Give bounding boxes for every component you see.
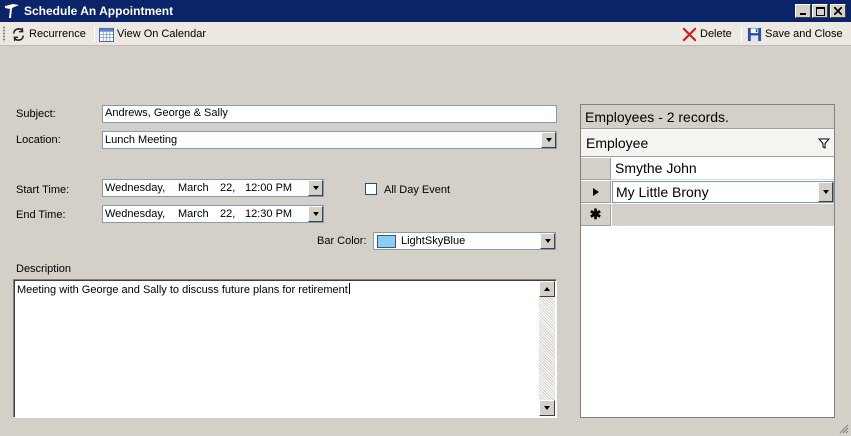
employee-cell: Smythe John <box>615 160 697 176</box>
chevron-down-icon <box>312 212 319 216</box>
location-value: Lunch Meeting <box>105 134 178 146</box>
table-row[interactable]: My Little Brony <box>612 181 834 203</box>
subject-input[interactable]: Andrews, George & Sally <box>102 105 557 123</box>
recurrence-label: Recurrence <box>29 28 86 40</box>
row-selector[interactable] <box>581 181 611 203</box>
end-weekday: Wednesday, <box>105 208 166 220</box>
toolbar-separator <box>741 26 742 42</box>
delete-label: Delete <box>700 28 732 40</box>
text-caret <box>348 283 350 294</box>
window-title: Schedule An Appointment <box>24 4 174 18</box>
toolbar-separator <box>94 26 95 42</box>
bar-color-combo[interactable]: LightSkyBlue <box>373 232 556 250</box>
end-time-picker[interactable]: Wednesday, March 22, 12:30 PM <box>102 205 324 223</box>
minimize-button[interactable] <box>795 4 811 18</box>
chevron-down-icon <box>544 406 550 410</box>
location-label: Location: <box>16 134 61 146</box>
toolbar: Recurrence View On Calendar Delete Save … <box>0 22 851 46</box>
description-text: Meeting with George and Sally to discuss… <box>17 283 350 296</box>
employees-grid: Employees - 2 records. Employee Smythe J… <box>580 104 835 418</box>
delete-button[interactable]: Delete <box>682 24 732 44</box>
recurrence-icon <box>13 27 24 41</box>
description-label: Description <box>16 263 72 275</box>
chevron-down-icon <box>545 138 552 142</box>
start-weekday: Wednesday, <box>105 182 166 194</box>
view-on-calendar-label: View On Calendar <box>117 28 207 40</box>
maximize-button[interactable] <box>812 4 828 18</box>
end-time: 12:30 PM <box>245 208 293 220</box>
bar-color-label: Bar Color: <box>317 235 367 247</box>
maximize-icon <box>815 6 825 16</box>
description-textarea[interactable]: Meeting with George and Sally to discuss… <box>13 279 557 418</box>
start-month: March <box>178 182 209 194</box>
close-icon <box>834 7 842 15</box>
location-dropdown-button[interactable] <box>541 132 556 148</box>
end-day: 22, <box>220 208 236 220</box>
color-swatch <box>377 235 396 248</box>
all-day-label: All Day Event <box>384 184 451 196</box>
toolbar-grip[interactable] <box>3 26 5 42</box>
scroll-down-button[interactable] <box>539 400 555 416</box>
new-row-selector[interactable]: ✱ <box>581 204 611 226</box>
row-selector[interactable] <box>581 158 611 180</box>
minimize-icon <box>800 13 806 15</box>
new-row-icon: ✱ <box>589 206 602 222</box>
chevron-down-icon <box>544 239 551 243</box>
subject-label: Subject: <box>16 108 56 120</box>
save-and-close-button[interactable]: Save and Close <box>747 24 843 44</box>
start-time-picker[interactable]: Wednesday, March 22, 12:00 PM <box>102 179 324 197</box>
scroll-up-button[interactable] <box>539 281 555 297</box>
save-and-close-label: Save and Close <box>765 28 843 40</box>
bar-color-value: LightSkyBlue <box>401 235 466 247</box>
title-bar[interactable]: Schedule An Appointment <box>0 0 851 22</box>
resize-grip-icon[interactable] <box>837 422 849 434</box>
view-on-calendar-button[interactable]: View On Calendar <box>99 24 206 44</box>
employee-dropdown-button[interactable] <box>818 182 833 202</box>
new-row[interactable] <box>612 204 834 226</box>
bar-color-dropdown-button[interactable] <box>540 233 555 249</box>
filter-icon[interactable] <box>818 137 830 149</box>
start-day: 22, <box>220 182 236 194</box>
end-month: March <box>178 208 209 220</box>
floppy-disk-icon <box>747 27 762 41</box>
grid-caption: Employees - 2 records. <box>581 105 834 129</box>
chevron-down-icon <box>822 190 829 194</box>
start-time: 12:00 PM <box>245 182 293 194</box>
employee-column-label: Employee <box>586 135 649 151</box>
start-time-label: Start Time: <box>16 184 70 196</box>
current-row-icon <box>592 187 599 196</box>
employee-column-header[interactable]: Employee <box>581 130 834 157</box>
delete-x-icon <box>682 27 697 41</box>
window-controls <box>794 4 846 18</box>
start-time-dropdown-button[interactable] <box>308 180 323 196</box>
all-day-checkbox[interactable] <box>365 183 377 195</box>
grid-empty-area <box>581 226 834 417</box>
chevron-down-icon <box>312 186 319 190</box>
end-time-dropdown-button[interactable] <box>308 206 323 222</box>
calendar-icon <box>99 27 114 42</box>
chevron-up-icon <box>544 287 550 291</box>
end-time-label: End Time: <box>16 209 66 221</box>
close-button[interactable] <box>830 4 846 18</box>
table-row[interactable]: Smythe John <box>612 158 834 180</box>
app-icon <box>3 2 21 20</box>
recurrence-button[interactable]: Recurrence <box>11 24 86 44</box>
description-scrollbar[interactable] <box>539 281 555 416</box>
location-combo[interactable]: Lunch Meeting <box>102 131 557 149</box>
employee-cell[interactable]: My Little Brony <box>616 184 709 200</box>
